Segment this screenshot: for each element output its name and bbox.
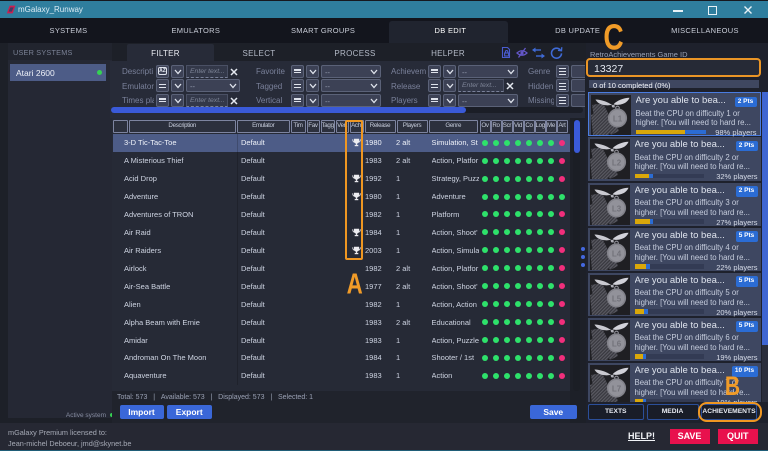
svg-text:C: C: [603, 17, 623, 57]
svg-text:A: A: [347, 269, 363, 300]
svg-text:B: B: [725, 372, 740, 402]
